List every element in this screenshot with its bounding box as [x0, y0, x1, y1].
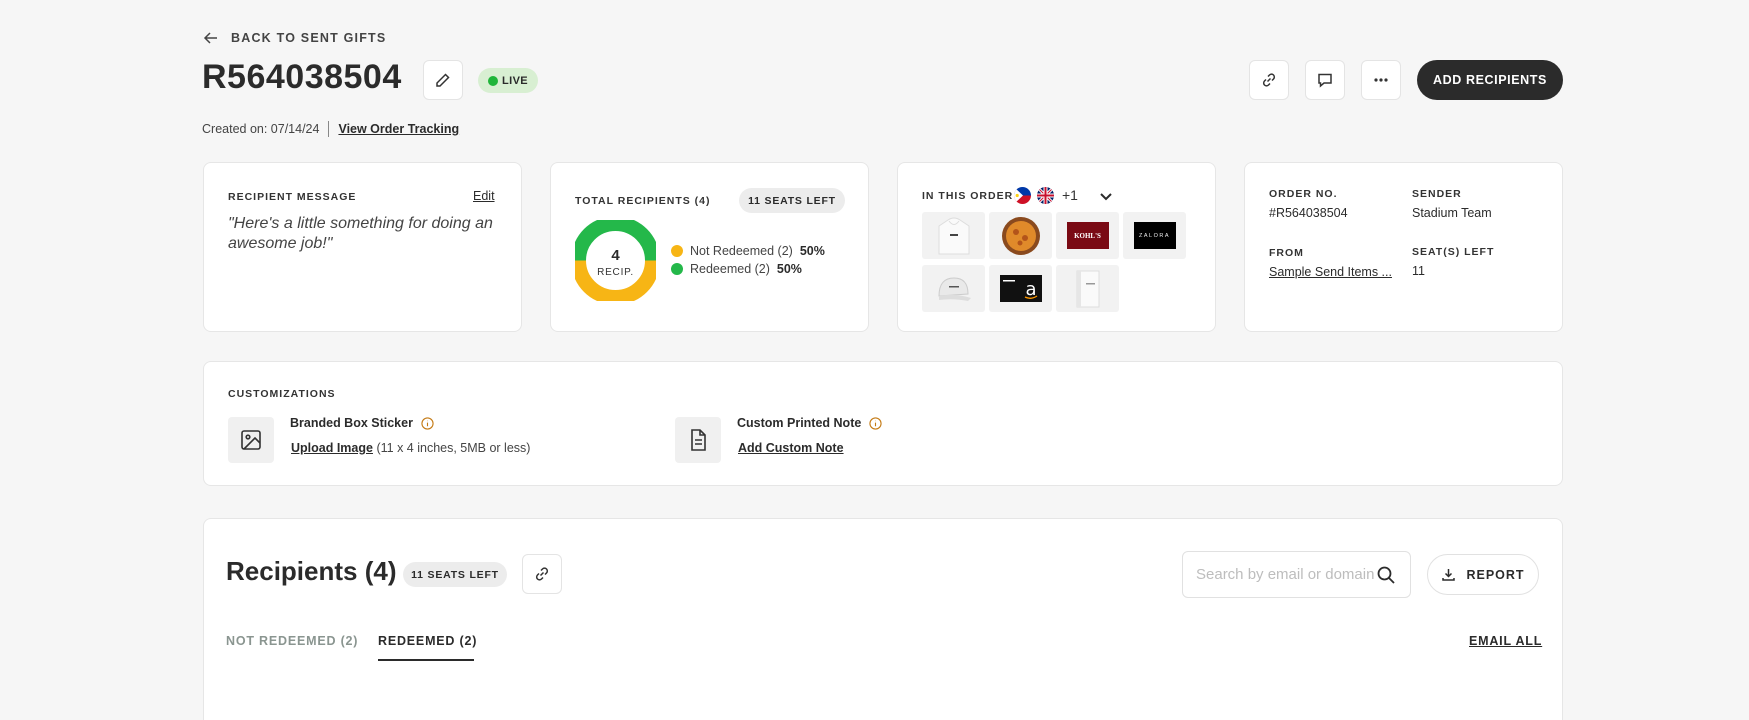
search-box: [1182, 551, 1411, 598]
recipient-message-text: "Here's a little something for doing an …: [228, 215, 493, 252]
upload-image-link[interactable]: Upload Image: [291, 441, 373, 455]
status-badge: LIVE: [478, 68, 539, 93]
document-icon: [691, 429, 706, 451]
hoodie-icon: [938, 217, 969, 254]
recipients-section: [203, 518, 1563, 720]
tab-not-redeemed[interactable]: NOT REDEEMED (2): [226, 634, 358, 648]
pie-icon: [1001, 216, 1040, 255]
message-icon: [1318, 73, 1332, 88]
recipients-title: Recipients (4): [226, 556, 397, 586]
sticker-upload-row: Upload Image (11 x 4 inches, 5MB or less…: [291, 441, 530, 455]
arrow-left-icon: [203, 32, 217, 44]
recipient-message-label: RECIPIENT MESSAGE: [228, 191, 357, 203]
info-icon[interactable]: [869, 416, 882, 430]
yellow-dot-icon: [671, 245, 683, 257]
donut-caption: RECIP.: [597, 267, 634, 278]
order-item-zalora-card[interactable]: ZALORA: [1123, 212, 1186, 259]
seats-left-value: 11: [1412, 264, 1425, 278]
tab-redeemed[interactable]: REDEEMED (2): [378, 634, 477, 648]
order-meta-card: ORDER NO. #R564038504 SENDER Stadium Tea…: [1244, 162, 1563, 332]
link-icon: [535, 567, 549, 581]
copy-link-button[interactable]: [1249, 60, 1289, 100]
total-recipients-card: TOTAL RECIPIENTS (4) 11 SEATS LEFT 4 REC…: [550, 162, 869, 332]
created-info: Created on: 07/14/24 View Order Tracking: [202, 121, 459, 137]
report-label: REPORT: [1466, 567, 1525, 582]
in-this-order-label: IN THIS ORDER: [922, 190, 1014, 202]
chevron-down-icon[interactable]: [1098, 188, 1114, 204]
sender-label: SENDER: [1412, 188, 1462, 200]
uk-flag-icon: [1037, 187, 1054, 204]
image-icon: [241, 430, 261, 450]
active-tab-indicator: [378, 659, 474, 661]
link-icon: [1262, 73, 1276, 87]
sender-value: Stadium Team: [1412, 206, 1492, 220]
search-input[interactable]: [1196, 566, 1376, 583]
divider: [328, 121, 330, 137]
order-title: R564038504: [202, 58, 402, 96]
sticker-title: Branded Box Sticker: [290, 416, 434, 430]
cap-icon: [937, 276, 971, 301]
more-dots-icon: [1374, 78, 1388, 82]
order-item-hoodie[interactable]: [922, 212, 985, 259]
created-date: Created on: 07/14/24: [202, 122, 320, 136]
upload-hint: (11 x 4 inches, 5MB or less): [376, 441, 531, 455]
recipients-legend: Not Redeemed (2) 50% Redeemed (2) 50%: [671, 242, 825, 278]
sticker-title-text: Branded Box Sticker: [290, 416, 413, 430]
info-icon[interactable]: [421, 416, 434, 430]
order-item-pie[interactable]: [989, 212, 1052, 259]
legend-label: Not Redeemed (2): [690, 244, 793, 258]
donut-number: 4: [611, 247, 620, 264]
note-add-row: Add Custom Note: [738, 441, 844, 455]
amazon-card-icon: a: [999, 275, 1042, 302]
legend-not-redeemed: Not Redeemed (2) 50%: [671, 242, 825, 260]
order-item-cap[interactable]: [922, 265, 985, 312]
from-link[interactable]: Sample Send Items ...: [1269, 265, 1392, 279]
order-item-notebook[interactable]: [1056, 265, 1119, 312]
seats-left-label: SEAT(S) LEFT: [1412, 246, 1495, 258]
customizations-card: CUSTOMIZATIONS Branded Box Sticker Uploa…: [203, 361, 1563, 486]
legend-pct: 50%: [776, 262, 802, 276]
recipients-link-button[interactable]: [522, 554, 562, 594]
order-no-label: ORDER NO.: [1269, 188, 1338, 200]
edit-message-link[interactable]: Edit: [473, 189, 495, 203]
customizations-label: CUSTOMIZATIONS: [228, 388, 336, 400]
order-item-amazon-card[interactable]: a: [989, 265, 1052, 312]
more-countries-count: +1: [1062, 187, 1078, 203]
comment-button[interactable]: [1305, 60, 1345, 100]
philippines-flag-icon: [1014, 187, 1031, 204]
report-button[interactable]: REPORT: [1427, 554, 1539, 595]
zalora-card-text: ZALORA: [1133, 222, 1176, 249]
seats-left-badge: 11 SEATS LEFT: [739, 188, 845, 213]
order-item-kohls-card[interactable]: KOHL'S: [1056, 212, 1119, 259]
kohls-card-text: KOHL'S: [1066, 222, 1109, 249]
note-title-text: Custom Printed Note: [737, 416, 862, 430]
add-recipients-button[interactable]: ADD RECIPIENTS: [1417, 60, 1563, 100]
recipient-message-card: RECIPIENT MESSAGE Edit "Here's a little …: [203, 162, 522, 332]
view-order-tracking-link[interactable]: View Order Tracking: [338, 122, 459, 136]
in-this-order-card: IN THIS ORDER +1 KOHL'S ZALORA a: [897, 162, 1216, 332]
notebook-icon: [1076, 270, 1099, 307]
from-label: FROM: [1269, 247, 1304, 259]
live-dot-icon: [488, 75, 498, 86]
sticker-image-icon-box: [228, 417, 274, 463]
note-icon-box: [675, 417, 721, 463]
download-icon: [1442, 569, 1456, 581]
email-all-link[interactable]: EMAIL ALL: [1469, 634, 1542, 648]
more-options-button[interactable]: [1361, 60, 1401, 100]
pencil-icon: [436, 73, 450, 87]
back-to-sent-gifts-link[interactable]: BACK TO SENT GIFTS: [203, 30, 386, 46]
order-no-value: #R564038504: [1269, 206, 1348, 220]
green-dot-icon: [671, 263, 683, 275]
total-recipients-label: TOTAL RECIPIENTS (4): [575, 195, 711, 207]
edit-title-button[interactable]: [423, 60, 463, 100]
status-label: LIVE: [502, 74, 529, 87]
add-custom-note-link[interactable]: Add Custom Note: [738, 441, 844, 455]
legend-label: Redeemed (2): [690, 262, 770, 276]
legend-redeemed: Redeemed (2) 50%: [671, 260, 825, 278]
recipients-seats-badge: 11 SEATS LEFT: [403, 562, 507, 587]
back-label: BACK TO SENT GIFTS: [231, 31, 387, 45]
search-icon[interactable]: [1376, 565, 1396, 585]
note-title: Custom Printed Note: [737, 416, 882, 430]
legend-pct: 50%: [799, 244, 825, 258]
